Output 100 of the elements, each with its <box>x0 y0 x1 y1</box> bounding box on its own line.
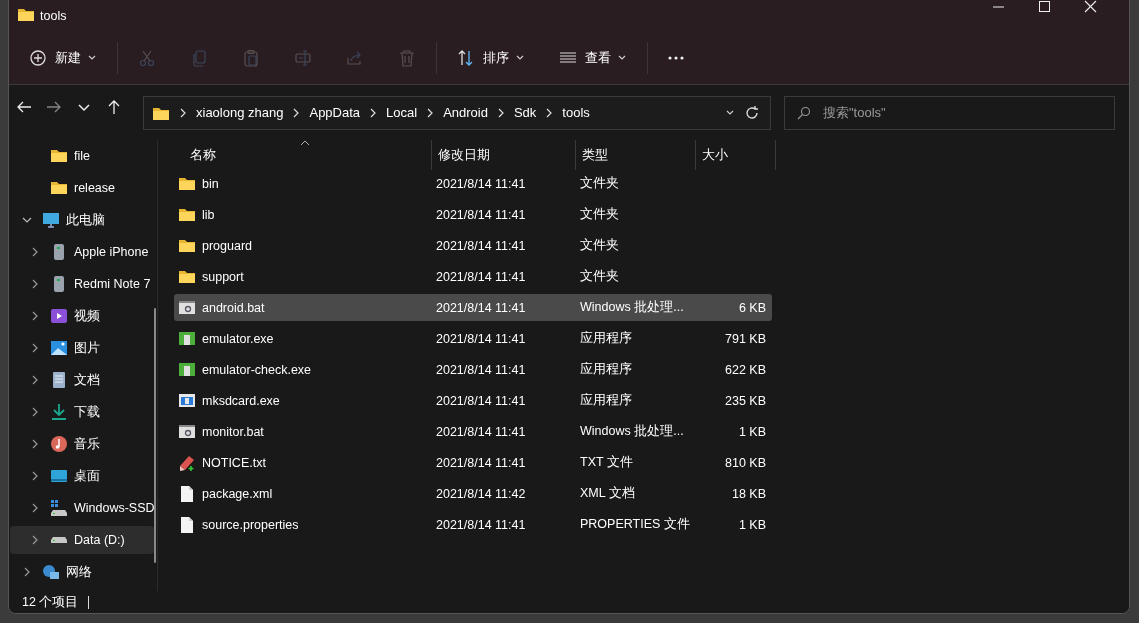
file-name: emulator.exe <box>202 331 274 346</box>
file-size: 18 KB <box>731 486 766 501</box>
column-header[interactable]: 类型 <box>576 140 696 170</box>
file-row[interactable]: lib 2021/8/14 11:41 文件夹 <box>174 201 772 228</box>
chevron-right-icon <box>30 471 40 481</box>
file-row[interactable]: source.properties 2021/8/14 11:41 PROPERTIES 文件 1 KB <box>174 511 772 538</box>
view-button[interactable]: 查看 <box>551 39 635 76</box>
file-size: 1 KB <box>738 424 766 439</box>
column-header[interactable]: 名称 <box>174 140 432 170</box>
file-name: proguard <box>202 238 253 253</box>
chevron-right-icon <box>30 311 40 321</box>
column-header[interactable]: 大小 <box>696 140 776 170</box>
notepad-icon <box>178 453 196 472</box>
file-name: support <box>202 269 244 284</box>
modified-date: 2021/8/14 11:41 <box>436 331 526 346</box>
file-row[interactable]: NOTICE.txt 2021/8/14 11:41 TXT 文件 810 KB <box>174 449 772 476</box>
breadcrumb[interactable]: tools <box>562 105 590 120</box>
file-row[interactable]: mksdcard.exe 2021/8/14 11:41 应用程序 235 KB <box>174 387 772 414</box>
file-type: 文件夹 <box>580 206 619 223</box>
breadcrumb[interactable]: Local <box>386 105 418 120</box>
file-row[interactable]: android.bat 2021/8/14 11:41 Windows 批处理... 6 KB <box>174 294 772 321</box>
file-type: Windows 批处理... <box>580 423 684 440</box>
navigation-item[interactable]: 视频 <box>10 302 154 330</box>
search-icon <box>797 105 811 120</box>
drive-icon <box>50 537 68 543</box>
file-row[interactable]: emulator-check.exe 2021/8/14 11:41 应用程序 622 KB <box>174 356 772 383</box>
folder-icon <box>50 147 68 165</box>
file-type: Windows 批处理... <box>580 299 684 316</box>
drive-icon <box>50 499 68 517</box>
address-bar[interactable]: xiaolong zhang AppData Local Android Sdk tools <box>143 95 771 130</box>
file-type: 应用程序 <box>580 392 632 409</box>
navigation-item[interactable]: Redmi Note 7 <box>10 270 154 298</box>
close-button[interactable] <box>1083 0 1098 13</box>
file-size: 235 KB <box>725 393 766 408</box>
gear-window-icon <box>178 298 196 317</box>
navigation-item[interactable]: Data (D:) <box>10 526 154 554</box>
file-type: TXT 文件 <box>580 454 633 471</box>
search-field[interactable]: 搜索"tools" <box>784 95 1115 130</box>
navigation-item[interactable]: 此电脑 <box>10 206 154 234</box>
new-button[interactable]: 新建 <box>21 39 105 76</box>
folder-icon <box>50 179 68 197</box>
desktop-icon <box>50 467 68 485</box>
file-name: package.xml <box>202 486 273 501</box>
navigation-item[interactable]: 文档 <box>10 366 154 394</box>
file-type: 应用程序 <box>580 361 632 378</box>
chevron-down-icon <box>22 215 32 225</box>
chevron-right-icon <box>30 343 40 353</box>
chevron-right-icon <box>30 407 40 417</box>
file-row[interactable]: package.xml 2021/8/14 11:42 XML 文档 18 KB <box>174 480 772 507</box>
file-row[interactable]: proguard 2021/8/14 11:41 文件夹 <box>174 232 772 259</box>
file-row[interactable]: monitor.bat 2021/8/14 11:41 Windows 批处理... 1 KB <box>174 418 772 445</box>
refresh-icon <box>744 104 760 121</box>
file-size: 810 KB <box>725 455 766 470</box>
file-row[interactable]: emulator.exe 2021/8/14 11:41 应用程序 791 KB <box>174 325 772 352</box>
navigation-item[interactable]: Windows-SSD <box>10 494 154 522</box>
file-name: monitor.bat <box>202 424 264 439</box>
network-icon <box>42 563 60 581</box>
scrollbar[interactable] <box>154 308 156 563</box>
modified-date: 2021/8/14 11:41 <box>436 238 526 253</box>
file-name: android.bat <box>202 300 265 315</box>
breadcrumb[interactable]: AppData <box>309 105 361 120</box>
navigation-item[interactable]: release <box>10 174 154 202</box>
file-name: bin <box>202 176 219 191</box>
navigation-item[interactable]: Apple iPhone <box>10 238 154 266</box>
file-size: 6 KB <box>738 300 766 315</box>
file-name: mksdcard.exe <box>202 393 280 408</box>
modified-date: 2021/8/14 11:41 <box>436 424 526 439</box>
file-type: XML 文档 <box>580 485 635 502</box>
chevron-right-icon <box>30 535 40 545</box>
navigation-item[interactable]: 下载 <box>10 398 154 426</box>
navigation-item[interactable]: 网络 <box>10 558 154 586</box>
navigation-item[interactable]: 图片 <box>10 334 154 362</box>
breadcrumb[interactable]: Android <box>443 105 488 120</box>
chevron-right-icon <box>22 567 32 577</box>
navigation-item[interactable]: 音乐 <box>10 430 154 458</box>
modified-date: 2021/8/14 11:41 <box>436 517 526 532</box>
application-icon <box>178 391 196 410</box>
navigation-item[interactable]: 桌面 <box>10 462 154 490</box>
breadcrumb[interactable]: Sdk <box>513 105 537 120</box>
text-cursor <box>88 595 90 609</box>
modified-date: 2021/8/14 11:41 <box>436 300 526 315</box>
modified-date: 2021/8/14 11:41 <box>436 362 526 377</box>
download-icon <box>50 403 68 421</box>
monitor-icon <box>42 211 60 229</box>
file-size: 1 KB <box>738 517 766 532</box>
modified-date: 2021/8/14 11:41 <box>436 393 526 408</box>
column-header[interactable]: 修改日期 <box>432 140 576 170</box>
navigation-item[interactable]: file <box>10 142 154 170</box>
sort-button[interactable]: 排序 <box>449 39 533 76</box>
application-icon <box>178 360 196 379</box>
breadcrumb[interactable]: xiaolong zhang <box>196 105 284 120</box>
file-name: emulator-check.exe <box>202 362 312 377</box>
file-size: 791 KB <box>725 331 766 346</box>
video-icon <box>50 307 68 325</box>
file-row[interactable]: bin 2021/8/14 11:41 文件夹 <box>174 170 772 197</box>
chevron-right-icon <box>30 439 40 449</box>
file-row[interactable]: support 2021/8/14 11:41 文件夹 <box>174 263 772 290</box>
maximize-button[interactable] <box>1037 0 1052 13</box>
chevron-down-icon <box>87 53 97 62</box>
file-icon <box>178 515 196 534</box>
